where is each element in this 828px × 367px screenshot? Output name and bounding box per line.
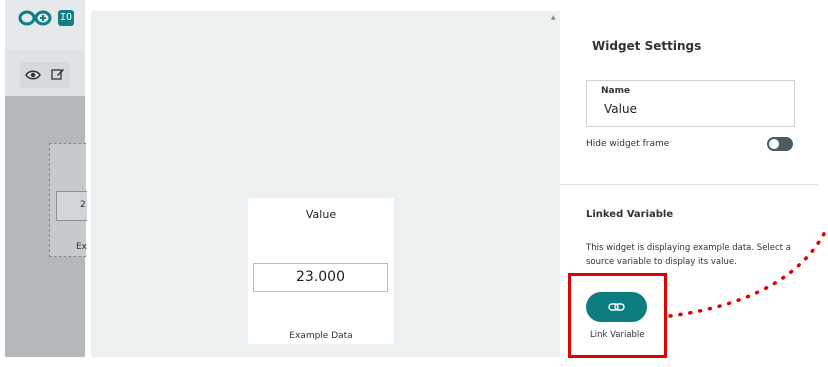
arduino-logo: IO [18,10,74,26]
widget-caption: Example Data [289,331,353,341]
value-widget[interactable]: Value 23.000 Example Data [248,198,394,344]
section-divider [560,184,818,185]
eye-icon[interactable] [25,66,41,85]
view-edit-toolbar [20,62,70,88]
highlight-box [568,273,667,358]
edit-pencil-icon[interactable] [51,66,65,85]
name-input-value[interactable]: Value [604,102,637,116]
infinity-logo-icon [18,10,52,26]
background-widget-value: 2 [80,200,86,210]
hide-frame-label: Hide widget frame [586,139,670,149]
linked-variable-description: This widget is displaying example data. … [586,243,791,267]
hide-frame-toggle[interactable] [767,137,793,151]
linked-variable-title: Linked Variable [586,209,674,220]
name-field[interactable]: Name Value [586,80,795,127]
toggle-knob [769,139,779,149]
panel-title: Widget Settings [592,39,702,53]
logo-badge: IO [58,10,74,26]
widget-value-display: 23.000 [253,263,388,292]
scroll-up-arrow-icon[interactable]: ▲ [551,14,556,21]
widget-title: Value [305,208,337,221]
name-label: Name [601,86,631,96]
background-widget-caption: Ex [76,242,88,252]
